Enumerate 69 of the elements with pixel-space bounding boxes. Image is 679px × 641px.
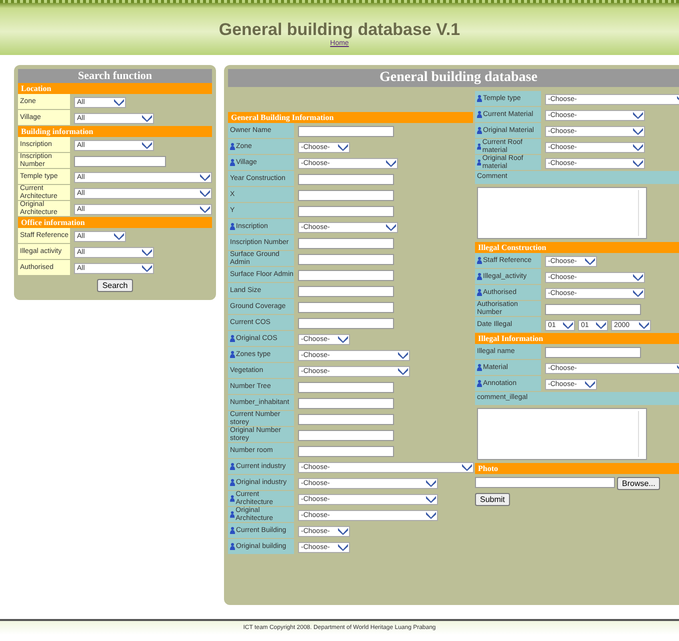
section-header: Building information [18, 126, 212, 137]
person-icon [477, 273, 482, 280]
person-icon [230, 223, 235, 230]
person-icon [477, 364, 482, 371]
section-header: Location [18, 83, 212, 94]
dropdown-arrow-icon [386, 223, 396, 231]
person-icon [230, 543, 235, 550]
panel-title: General building database [228, 69, 679, 87]
dropdown-arrow-icon [639, 321, 649, 329]
text-field[interactable] [298, 238, 394, 248]
person-icon [477, 95, 482, 102]
section-header: Office information [18, 217, 212, 228]
person-icon [477, 257, 482, 264]
person-icon [477, 127, 482, 134]
file-field[interactable] [475, 477, 615, 488]
text-field[interactable] [298, 318, 394, 328]
person-icon [230, 527, 235, 534]
dropdown-arrow-icon [585, 380, 595, 388]
text-field[interactable] [74, 156, 166, 166]
text-field[interactable] [298, 174, 394, 184]
text-field[interactable] [298, 302, 394, 312]
section-header: Photo [475, 463, 679, 474]
text-field[interactable] [298, 190, 394, 200]
text-field[interactable] [298, 382, 394, 392]
person-icon [230, 351, 235, 358]
dropdown-arrow-icon [114, 232, 124, 240]
person-icon [230, 511, 235, 518]
dropdown-arrow-icon [596, 321, 606, 329]
submit-button[interactable]: Submit [475, 493, 510, 506]
person-icon [230, 479, 235, 486]
person-icon [230, 495, 235, 502]
text-field[interactable] [298, 254, 394, 264]
dropdown-arrow-icon [142, 141, 152, 149]
person-icon [230, 159, 235, 166]
dropdown-arrow-icon [563, 321, 573, 329]
dropdown-arrow-icon [142, 114, 152, 122]
dropdown-arrow-icon [585, 257, 595, 265]
text-field[interactable] [298, 430, 394, 440]
section-header: General Building Information [228, 112, 473, 123]
text-field[interactable] [298, 286, 394, 296]
person-icon [477, 380, 482, 387]
text-field[interactable] [298, 446, 394, 456]
text-area[interactable] [477, 408, 647, 460]
person-icon [477, 159, 482, 166]
text-field[interactable] [545, 346, 641, 358]
text-field[interactable] [298, 398, 394, 408]
section-header: Illegal Information [475, 333, 679, 344]
panel-title: Search function [18, 69, 212, 83]
search-button[interactable]: Search [97, 279, 133, 292]
text-field[interactable] [298, 414, 394, 424]
page-title: General building database V.1 [218, 20, 460, 39]
dropdown-arrow-icon [338, 335, 348, 343]
dropdown-arrow-icon [338, 143, 348, 151]
dropdown-arrow-icon [386, 159, 396, 167]
person-icon [230, 143, 235, 150]
text-field[interactable] [545, 304, 641, 314]
dropdown-arrow-icon [114, 98, 124, 106]
section-header: Illegal Construction [475, 242, 679, 253]
text-field[interactable] [298, 270, 394, 280]
person-icon [477, 289, 482, 296]
text-field[interactable] [298, 126, 394, 136]
text-area[interactable] [477, 187, 647, 239]
person-icon [477, 143, 482, 150]
text-field[interactable] [298, 206, 394, 216]
browse-button[interactable]: Browse... [617, 477, 660, 490]
dropdown-arrow-icon [462, 463, 472, 471]
person-icon [230, 463, 235, 470]
person-icon [477, 111, 482, 118]
person-icon [230, 335, 235, 342]
